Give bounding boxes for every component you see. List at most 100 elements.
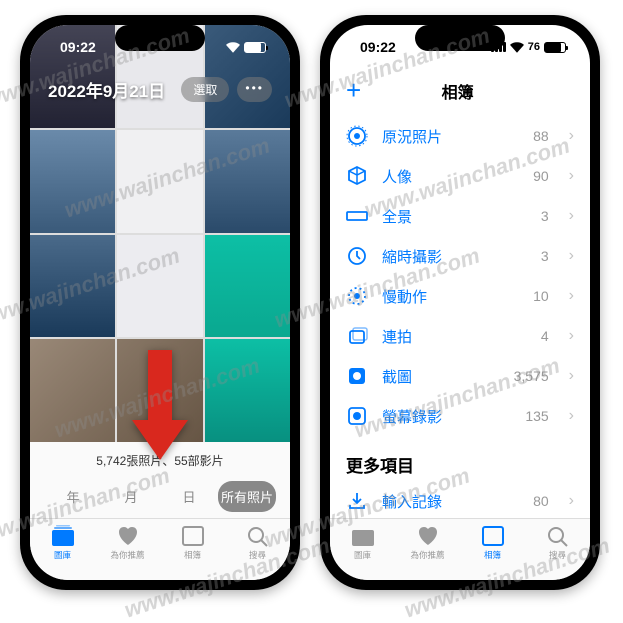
photo-thumb[interactable] (30, 339, 115, 442)
chevron-right-icon: › (569, 247, 574, 265)
album-label: 輸入記錄 (382, 491, 519, 512)
search-icon (546, 525, 570, 547)
album-count: 135 (525, 408, 548, 424)
photos-date-header: 2022年9月21日 (48, 77, 165, 102)
select-button[interactable]: 選取 (181, 77, 229, 102)
album-row-live[interactable]: 原況照片 88 › (330, 116, 590, 156)
notch (415, 25, 505, 51)
tab-bar: 圖庫 為你推薦 相簿 搜尋 (330, 518, 590, 580)
segment-month[interactable]: 月 (102, 481, 160, 512)
chevron-right-icon: › (569, 167, 574, 185)
album-count: 80 (533, 493, 549, 509)
section-header-more: 更多項目 (330, 436, 590, 481)
segment-all[interactable]: 所有照片 (218, 481, 276, 512)
photo-thumb[interactable] (30, 130, 115, 233)
photo-thumb[interactable] (205, 130, 290, 233)
photo-thumb[interactable] (117, 130, 202, 233)
segment-day[interactable]: 日 (160, 481, 218, 512)
album-label: 慢動作 (382, 286, 519, 307)
status-indicators (207, 42, 266, 53)
slomo-icon (346, 285, 368, 307)
album-label: 人像 (382, 166, 519, 187)
photo-thumb[interactable] (117, 235, 202, 338)
album-row-screenrec[interactable]: 螢幕錄影 135 › (330, 396, 590, 436)
tab-label: 圖庫 (54, 549, 71, 561)
photo-thumb[interactable] (30, 235, 115, 338)
album-row-burst[interactable]: 連拍 4 › (330, 316, 590, 356)
album-count: 90 (533, 168, 549, 184)
time-segment: 年 月 日 所有照片 (30, 475, 290, 518)
tab-label: 相簿 (184, 549, 201, 561)
more-button[interactable]: ••• (237, 77, 272, 102)
album-count: 3 (541, 248, 549, 264)
album-row-cube[interactable]: 人像 90 › (330, 156, 590, 196)
notch (115, 25, 205, 51)
heart-icon (116, 525, 140, 547)
heart-icon (416, 525, 440, 547)
tab-label: 搜尋 (249, 549, 266, 561)
tab-foryou[interactable]: 為你推薦 (395, 519, 460, 566)
albums-icon (481, 525, 505, 547)
album-row-pano[interactable]: 全景 3 › (330, 196, 590, 236)
tab-label: 圖庫 (354, 549, 371, 561)
search-icon (246, 525, 270, 547)
tab-albums[interactable]: 相簿 (160, 519, 225, 566)
album-row-slomo[interactable]: 慢動作 10 › (330, 276, 590, 316)
album-row-timelapse[interactable]: 縮時攝影 3 › (330, 236, 590, 276)
album-row-screenshot[interactable]: 截圖 3,575 › (330, 356, 590, 396)
album-label: 原況照片 (382, 126, 519, 147)
live-icon (346, 125, 368, 147)
library-icon (51, 525, 75, 547)
tab-foryou[interactable]: 為你推薦 (95, 519, 160, 566)
chevron-right-icon: › (569, 207, 574, 225)
tab-label: 為你推薦 (410, 549, 444, 561)
photo-thumb[interactable] (205, 339, 290, 442)
photo-thumb[interactable] (205, 235, 290, 338)
tab-label: 搜尋 (549, 549, 566, 561)
photo-count-label: 5,742張照片、55部影片 (30, 442, 290, 475)
tab-search[interactable]: 搜尋 (525, 519, 590, 566)
phone-right: 09:22 76 + 相簿 原況照片 88 › 人像 90 › 全景 3 › 縮… (320, 15, 600, 590)
album-label: 螢幕錄影 (382, 406, 511, 427)
album-row-import[interactable]: 輸入記錄 80 › (330, 481, 590, 518)
photo-thumb[interactable] (117, 339, 202, 442)
chevron-right-icon: › (569, 287, 574, 305)
screenshot-icon (346, 365, 368, 387)
burst-icon (346, 325, 368, 347)
album-label: 連拍 (382, 326, 527, 347)
tab-label: 為你推薦 (110, 549, 144, 561)
tab-library[interactable]: 圖庫 (330, 519, 395, 566)
add-button[interactable]: + (346, 75, 361, 106)
library-icon (351, 525, 375, 547)
status-time: 09:22 (60, 39, 96, 55)
chevron-right-icon: › (569, 127, 574, 145)
album-count: 3,575 (514, 368, 549, 384)
tab-bar: 圖庫 為你推薦 相簿 搜尋 (30, 518, 290, 580)
import-icon (346, 490, 368, 512)
albums-icon (181, 525, 205, 547)
cube-icon (346, 165, 368, 187)
pano-icon (346, 205, 368, 227)
chevron-right-icon: › (569, 367, 574, 385)
tab-search[interactable]: 搜尋 (225, 519, 290, 566)
album-label: 全景 (382, 206, 527, 227)
album-count: 10 (533, 288, 549, 304)
tab-library[interactable]: 圖庫 (30, 519, 95, 566)
phone-left: 09:22 2022年9月21日 選取 ••• (20, 15, 300, 590)
screenrec-icon (346, 405, 368, 427)
chevron-right-icon: › (569, 327, 574, 345)
tab-label: 相簿 (484, 549, 501, 561)
timelapse-icon (346, 245, 368, 267)
album-count: 3 (541, 208, 549, 224)
albums-title: 相簿 (442, 79, 474, 103)
album-label: 縮時攝影 (382, 246, 527, 267)
album-count: 4 (541, 328, 549, 344)
album-label: 截圖 (382, 366, 500, 387)
chevron-right-icon: › (569, 492, 574, 510)
tab-albums[interactable]: 相簿 (460, 519, 525, 566)
status-time: 09:22 (360, 39, 396, 55)
album-list[interactable]: 原況照片 88 › 人像 90 › 全景 3 › 縮時攝影 3 › 慢動作 10… (330, 116, 590, 518)
album-count: 88 (533, 128, 549, 144)
segment-year[interactable]: 年 (44, 481, 102, 512)
chevron-right-icon: › (569, 407, 574, 425)
